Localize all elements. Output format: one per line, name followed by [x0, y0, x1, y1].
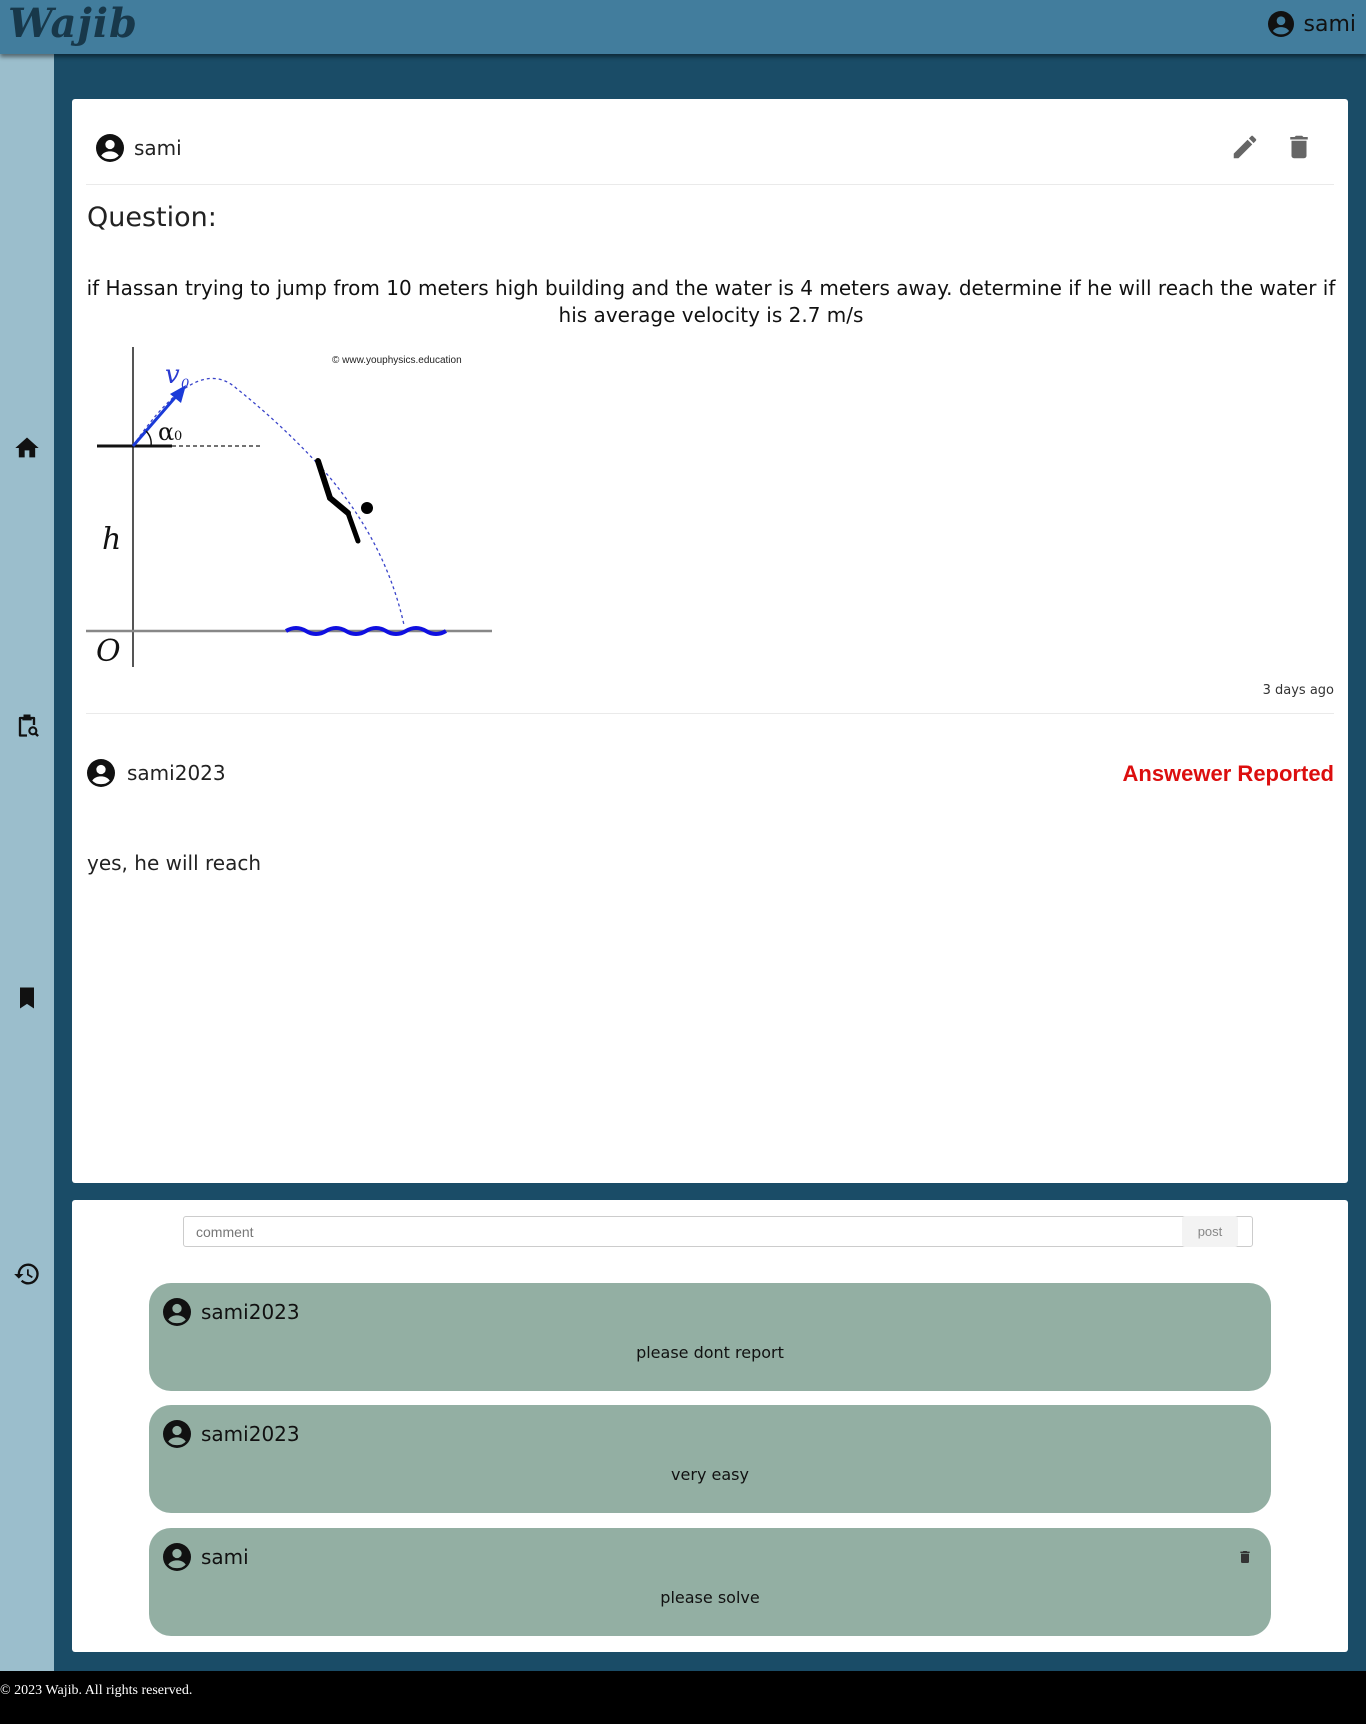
divider — [86, 713, 1334, 714]
question-author[interactable]: sami — [96, 134, 182, 162]
history-icon[interactable] — [13, 1260, 41, 1288]
comment-text: very easy — [671, 1465, 749, 1484]
question-card: sami Question: if Hassan trying to jump … — [72, 99, 1348, 1183]
comment-author[interactable]: sami — [163, 1543, 249, 1571]
angle-subscript: 0 — [174, 429, 182, 444]
copyright-text: © 2023 Wajib. All rights reserved. — [0, 1683, 193, 1698]
post-comment-button[interactable]: post — [1182, 1216, 1238, 1247]
question-author-name: sami — [134, 136, 182, 160]
comment-author-name: sami — [201, 1545, 249, 1569]
question-text: if Hassan trying to jump from 10 meters … — [86, 276, 1336, 327]
account-circle-icon — [163, 1543, 191, 1571]
divider — [86, 184, 1334, 185]
top-bar: Wajib sami — [0, 0, 1366, 54]
edit-icon[interactable] — [1230, 132, 1260, 162]
footer: © 2023 Wajib. All rights reserved. — [0, 1671, 1366, 1724]
bookmark-icon[interactable] — [13, 984, 41, 1012]
question-label: Question: — [87, 202, 217, 233]
comment-author[interactable]: sami2023 — [163, 1420, 300, 1448]
home-icon[interactable] — [13, 434, 41, 462]
height-label: h — [102, 522, 121, 557]
comment-input[interactable] — [183, 1216, 1253, 1247]
comment-item: sami please solve — [149, 1528, 1271, 1636]
answer-author[interactable]: sami2023 — [87, 759, 226, 787]
comment-text: please dont report — [636, 1343, 784, 1362]
comment-item: sami2023 please dont report — [149, 1283, 1271, 1391]
velocity-label: v — [165, 360, 180, 390]
comments-card: post sami2023 please dont report sami202… — [72, 1200, 1348, 1652]
comment-author[interactable]: sami2023 — [163, 1298, 300, 1326]
comment-text: please solve — [660, 1588, 760, 1607]
comment-author-name: sami2023 — [201, 1300, 300, 1324]
account-circle-icon — [163, 1420, 191, 1448]
account-circle-icon — [1267, 11, 1294, 37]
account-circle-icon — [163, 1298, 191, 1326]
delete-icon[interactable] — [1284, 132, 1314, 162]
question-header: sami — [72, 99, 1348, 185]
account-circle-icon — [96, 134, 124, 162]
answer-reported-status: Answewer Reported — [1122, 761, 1335, 786]
delete-icon[interactable] — [1237, 1548, 1253, 1566]
user-menu[interactable]: sami — [1267, 11, 1357, 37]
angle-label: α — [158, 418, 174, 446]
clipboard-search-icon[interactable] — [13, 711, 41, 739]
question-figure: © www.youphysics.education v 0 α 0 h O — [86, 347, 492, 669]
app-logo[interactable]: Wajib — [8, 0, 138, 47]
sidebar — [0, 54, 54, 1671]
current-username: sami — [1303, 11, 1357, 37]
question-timestamp: 3 days ago — [1262, 683, 1334, 698]
answer-author-name: sami2023 — [127, 761, 226, 785]
account-circle-icon — [87, 759, 115, 787]
comment-author-name: sami2023 — [201, 1422, 300, 1446]
figure-credit: © www.youphysics.education — [332, 355, 462, 366]
comment-item: sami2023 very easy — [149, 1405, 1271, 1513]
answer-text: yes, he will reach — [87, 851, 262, 875]
origin-label: O — [96, 634, 121, 669]
velocity-subscript: 0 — [181, 377, 189, 392]
